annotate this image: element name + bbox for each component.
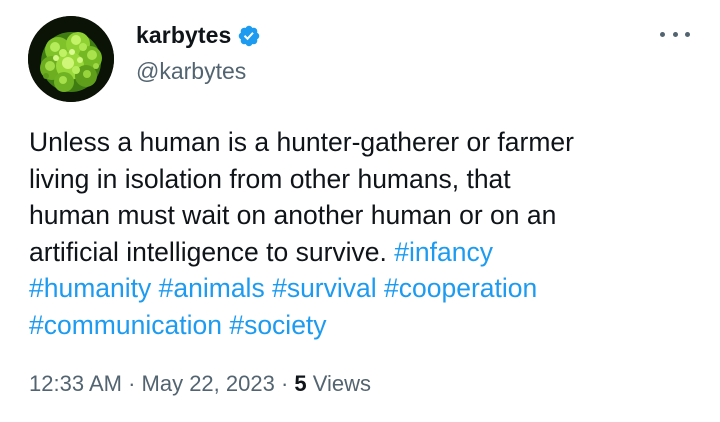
hashtag-link[interactable]: #animals — [159, 273, 265, 303]
tweet-text-line: Unless a human is a hunter-gatherer or f… — [29, 124, 699, 161]
tweet-text-segment: Unless a human is a hunter-gatherer or f… — [29, 127, 574, 157]
tweet-text-line: artificial intelligence to survive. #inf… — [29, 234, 699, 271]
meta-separator: · — [121, 371, 142, 396]
tweet-text-segment: living in isolation from other humans, t… — [29, 163, 511, 194]
tweet-text-line: human must wait on another human or on a… — [29, 197, 699, 234]
views-label: Views — [306, 371, 372, 396]
tweet-time[interactable]: 12:33 AM — [29, 371, 122, 396]
tweet-text-segment — [377, 273, 384, 303]
meta-separator-2: · — [274, 371, 295, 396]
display-name[interactable]: karbytes — [136, 22, 231, 49]
verified-badge-icon — [237, 24, 261, 48]
green-fractal-avatar-icon — [28, 16, 114, 102]
hashtag-link[interactable]: #cooperation — [384, 273, 537, 303]
tweet-text-line: #communication #society — [29, 307, 699, 344]
tweet-text-segment — [151, 273, 158, 303]
tweet-text-line: living in isolation from other humans, t… — [29, 161, 699, 198]
tweet-text: Unless a human is a hunter-gatherer or f… — [29, 124, 699, 343]
tweet-meta: 12:33 AM · May 22, 2023 · 5 Views — [29, 371, 371, 397]
avatar[interactable] — [28, 16, 114, 102]
hashtag-link[interactable]: #society — [229, 310, 326, 340]
tweet-text-line: #humanity #animals #survival #cooperatio… — [29, 270, 699, 307]
hashtag-link[interactable]: #communication — [29, 310, 222, 340]
hashtag-link[interactable]: #survival — [272, 273, 377, 303]
ellipsis-icon[interactable] — [660, 22, 690, 46]
hashtag-link[interactable]: #humanity — [29, 273, 151, 303]
author-handle[interactable]: @karbytes — [136, 58, 246, 85]
tweet-card: karbytes @karbytes Unless a human is a h… — [0, 0, 720, 422]
tweet-text-segment — [265, 273, 272, 303]
hashtag-link[interactable]: #infancy — [394, 237, 493, 267]
tweet-text-segment: artificial intelligence to survive. — [29, 236, 395, 267]
views-count: 5 — [294, 371, 307, 396]
tweet-date[interactable]: May 22, 2023 — [142, 371, 275, 396]
tweet-text-segment: human must wait on another human or on a… — [29, 200, 557, 230]
author-name-row[interactable]: karbytes — [136, 22, 261, 49]
